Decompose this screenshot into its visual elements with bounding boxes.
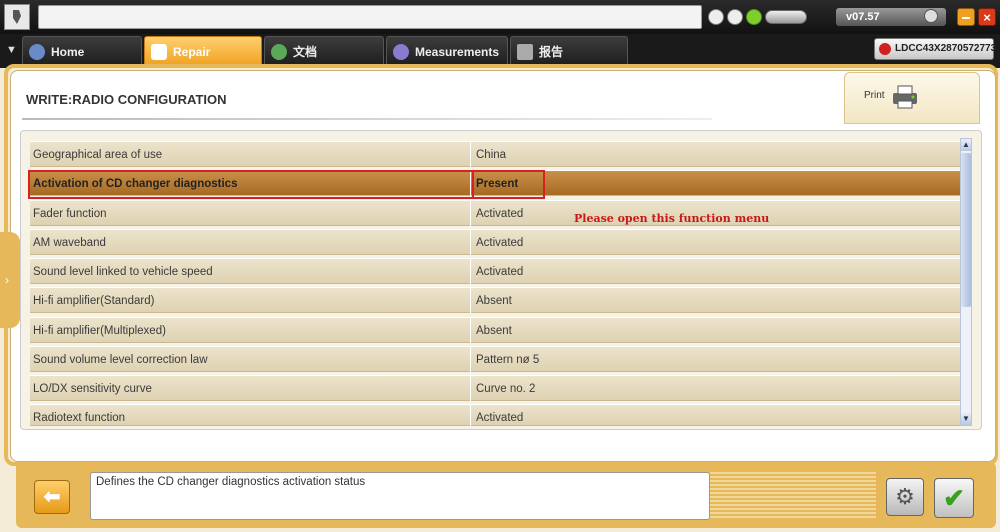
table-row[interactable]: Radiotext function Activated bbox=[30, 404, 960, 427]
scroll-down-arrow-icon[interactable]: ▼ bbox=[961, 413, 971, 425]
table-row[interactable]: Fader function Activated bbox=[30, 200, 960, 227]
tab-home[interactable]: Home bbox=[22, 36, 142, 66]
printer-icon bbox=[893, 85, 917, 109]
status-icons bbox=[708, 8, 807, 26]
table-row[interactable]: Sound volume level correction law Patter… bbox=[30, 346, 960, 373]
brand-logo-icon bbox=[4, 4, 30, 30]
table-row[interactable]: Hi-fi amplifier(Standard) Absent bbox=[30, 287, 960, 314]
annotation-note: Please open this function menu bbox=[574, 212, 770, 225]
table-row[interactable]: Geographical area of use China bbox=[30, 141, 960, 168]
table-row[interactable]: Hi-fi amplifier(Multiplexed) Absent bbox=[30, 317, 960, 344]
command-input[interactable] bbox=[38, 5, 702, 29]
back-button[interactable]: ⬅ bbox=[34, 480, 70, 514]
tab-documents[interactable]: 文档 bbox=[264, 36, 384, 66]
document-icon bbox=[271, 44, 287, 60]
waveform-icon bbox=[393, 44, 409, 60]
vin-badge[interactable]: LDCC43X2870572773 bbox=[874, 38, 996, 60]
settings-gear-button[interactable]: ⚙ bbox=[886, 478, 924, 516]
help-icon[interactable] bbox=[924, 9, 938, 23]
home-icon bbox=[29, 44, 45, 60]
decorative-stripes bbox=[710, 472, 876, 520]
settings-icon[interactable] bbox=[708, 9, 724, 25]
print-label: Print bbox=[864, 90, 885, 101]
chevron-down-icon[interactable]: ▼ bbox=[6, 44, 17, 56]
tab-repair[interactable]: Repair bbox=[144, 36, 262, 66]
scroll-thumb[interactable] bbox=[961, 153, 971, 307]
report-icon bbox=[517, 44, 533, 60]
table-row[interactable]: Sound level linked to vehicle speed Acti… bbox=[30, 258, 960, 285]
battery-icon bbox=[765, 10, 807, 24]
table-row[interactable]: AM waveband Activated bbox=[30, 229, 960, 256]
tab-report[interactable]: 报告 bbox=[510, 36, 628, 66]
highlight-box bbox=[28, 170, 545, 199]
table-row[interactable]: LO/DX sensitivity curve Curve no. 2 bbox=[30, 375, 960, 402]
connection-icon bbox=[746, 9, 762, 25]
vehicle-status-icon bbox=[879, 43, 891, 55]
description-text: Defines the CD changer diagnostics activ… bbox=[96, 476, 366, 488]
page-title: WRITE:RADIO CONFIGURATION bbox=[26, 92, 227, 107]
lock-icon[interactable] bbox=[727, 9, 743, 25]
minimize-button[interactable] bbox=[957, 8, 975, 26]
table-scrollbar[interactable]: ▲ ▼ bbox=[960, 138, 972, 426]
side-panel-toggle[interactable]: › bbox=[0, 232, 20, 328]
scroll-up-arrow-icon[interactable]: ▲ bbox=[961, 139, 971, 151]
confirm-button[interactable]: ✔ bbox=[934, 478, 974, 518]
close-button[interactable]: × bbox=[978, 8, 996, 26]
title-divider bbox=[22, 118, 712, 120]
wrench-icon bbox=[151, 44, 167, 60]
tab-measurements[interactable]: Measurements bbox=[386, 36, 508, 66]
